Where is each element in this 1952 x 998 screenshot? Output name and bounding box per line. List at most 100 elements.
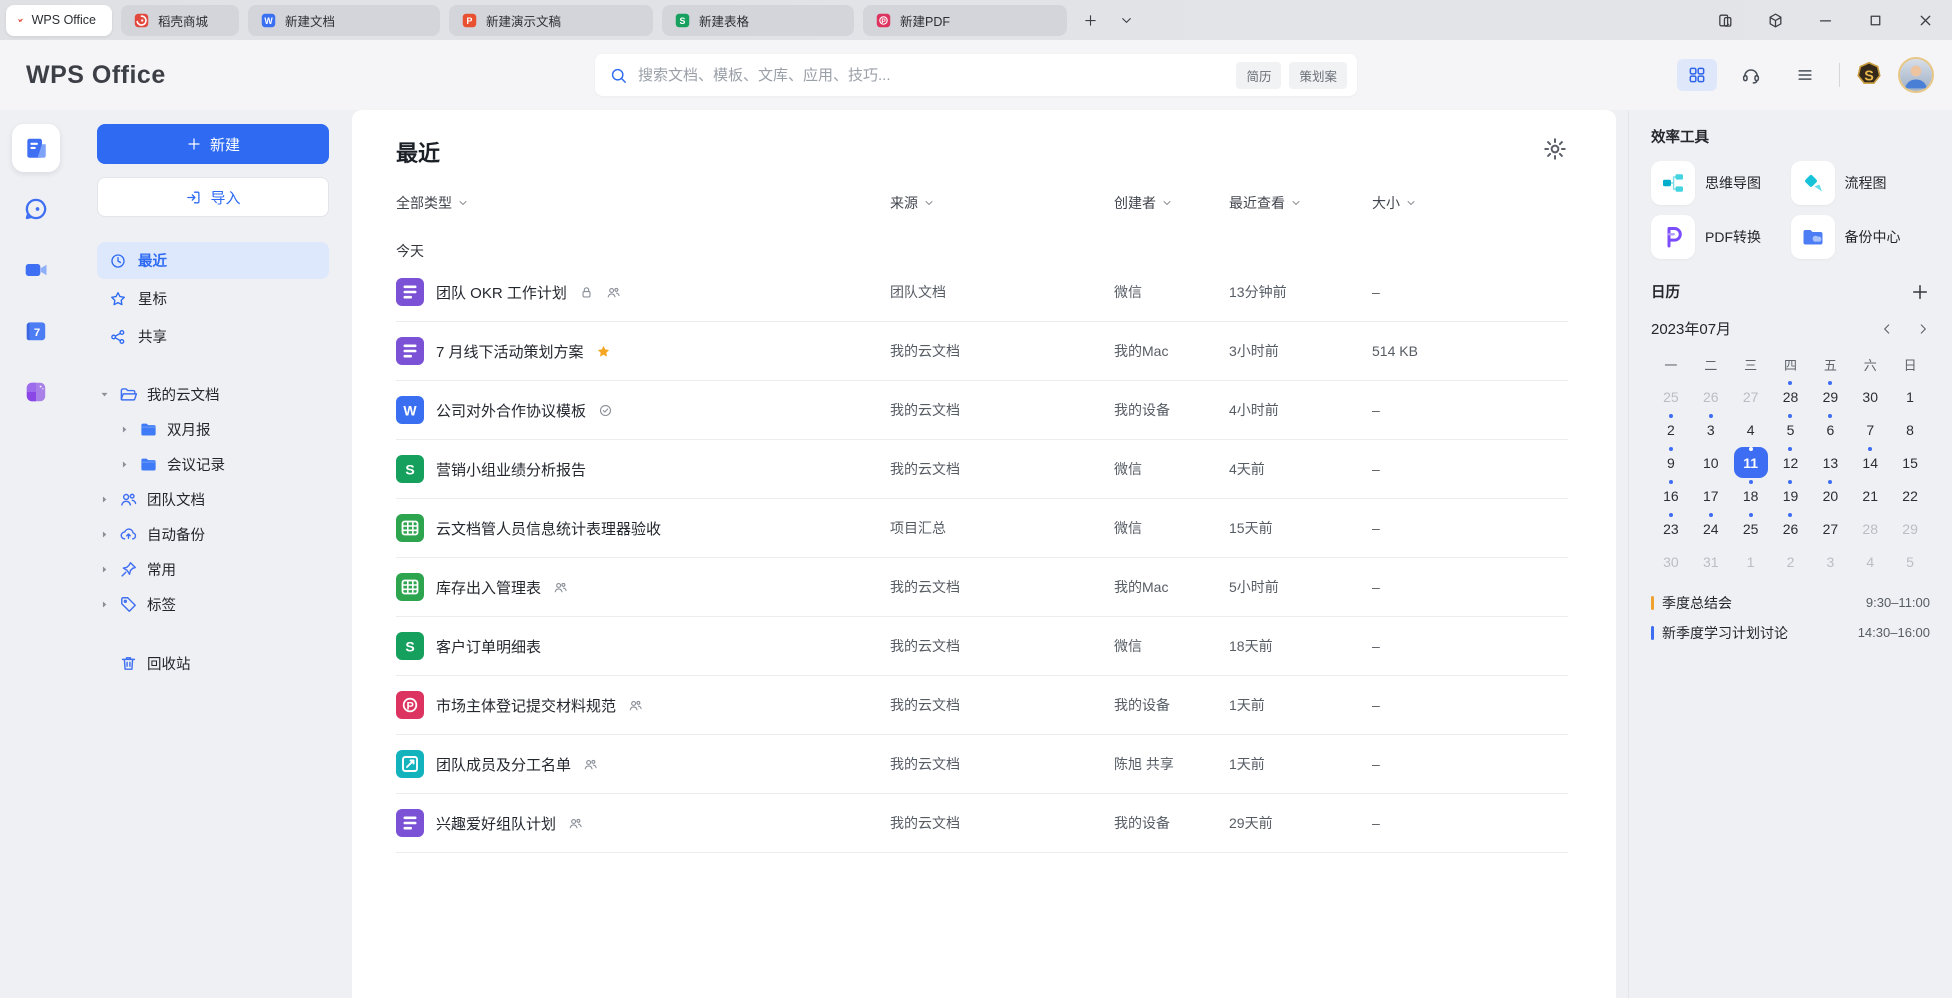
tree-item-我的云文档[interactable]: 我的云文档 — [97, 377, 329, 412]
file-row[interactable]: 兴趣爱好组队计划 我的云文档 我的设备 29天前 – — [396, 794, 1568, 852]
calendar-day[interactable]: 14 — [1850, 446, 1890, 479]
caret-right-icon[interactable] — [99, 599, 110, 610]
calendar-day[interactable]: 29 — [1810, 380, 1850, 413]
tab-new-sheet[interactable]: S新建表格 — [662, 5, 854, 36]
new-tab-button[interactable] — [1077, 7, 1103, 33]
file-row[interactable]: 团队 OKR 工作计划 团队文档 微信 13分钟前 – — [396, 263, 1568, 321]
calendar-day[interactable]: 30 — [1651, 545, 1691, 578]
filter-创建者[interactable]: 创建者 — [1114, 193, 1229, 213]
calendar-day[interactable]: 21 — [1850, 479, 1890, 512]
tree-item-团队文档[interactable]: 团队文档 — [97, 482, 329, 517]
gear-icon[interactable] — [1542, 136, 1568, 162]
customer-service-button[interactable] — [1731, 59, 1771, 91]
calendar-day[interactable]: 1 — [1731, 545, 1771, 578]
calendar-day[interactable]: 4 — [1850, 545, 1890, 578]
calendar-day[interactable]: 9 — [1651, 446, 1691, 479]
rail-item-documents[interactable] — [12, 124, 60, 172]
tab-wps-home[interactable]: WPS Office — [6, 5, 112, 36]
calendar-day[interactable]: 13 — [1810, 446, 1850, 479]
filter-来源[interactable]: 来源 — [890, 193, 1114, 213]
calendar-day[interactable]: 23 — [1651, 512, 1691, 545]
calendar-day[interactable]: 25 — [1731, 512, 1771, 545]
tree-item-标签[interactable]: 标签 — [97, 587, 329, 622]
calendar-day[interactable]: 31 — [1691, 545, 1731, 578]
rail-item-apps[interactable] — [12, 368, 60, 416]
file-row[interactable]: 团队成员及分工名单 我的云文档 陈旭 共享 1天前 – — [396, 735, 1568, 793]
calendar-day[interactable]: 17 — [1691, 479, 1731, 512]
calendar-day[interactable]: 26 — [1771, 512, 1811, 545]
calendar-next-icon[interactable] — [1916, 322, 1930, 336]
calendar-day[interactable]: 15 — [1890, 446, 1930, 479]
caret-right-icon[interactable] — [99, 529, 110, 540]
file-row[interactable]: S 客户订单明细表 我的云文档 微信 18天前 – — [396, 617, 1568, 675]
file-row[interactable]: 7 月线下活动策划方案 我的云文档 我的Mac 3小时前 514 KB — [396, 322, 1568, 380]
calendar-day[interactable]: 16 — [1651, 479, 1691, 512]
import-button[interactable]: 导入 — [97, 177, 329, 217]
tree-item-双月报[interactable]: 双月报 — [97, 412, 329, 447]
tree-item-自动备份[interactable]: 自动备份 — [97, 517, 329, 552]
tree-item-会议记录[interactable]: 会议记录 — [97, 447, 329, 482]
file-row[interactable]: P 市场主体登记提交材料规范 我的云文档 我的设备 1天前 – — [396, 676, 1568, 734]
search-tag[interactable]: 策划案 — [1289, 62, 1347, 89]
file-row[interactable]: W 公司对外合作协议模板 我的云文档 我的设备 4小时前 – — [396, 381, 1568, 439]
sidebar-item-最近[interactable]: 最近 — [97, 242, 329, 279]
search-bar[interactable]: 简历策划案 — [595, 54, 1357, 96]
filter-最近查看[interactable]: 最近查看 — [1229, 193, 1372, 213]
calendar-day[interactable]: 11 — [1731, 446, 1771, 479]
calendar-day[interactable]: 24 — [1691, 512, 1731, 545]
calendar-day[interactable]: 27 — [1731, 380, 1771, 413]
calendar-day[interactable]: 5 — [1890, 545, 1930, 578]
tab-new-slides[interactable]: P新建演示文稿 — [449, 5, 653, 36]
calendar-day[interactable]: 2 — [1771, 545, 1811, 578]
maximize-button[interactable] — [1854, 4, 1896, 36]
member-badge-icon[interactable]: S — [1854, 60, 1884, 90]
tab-list-button[interactable] — [1113, 7, 1139, 33]
calendar-day[interactable]: 6 — [1810, 413, 1850, 446]
file-row[interactable]: S 营销小组业绩分析报告 我的云文档 微信 4天前 – — [396, 440, 1568, 498]
calendar-event[interactable]: 新季度学习计划讨论14:30–16:00 — [1651, 622, 1930, 643]
caret-right-icon[interactable] — [119, 459, 130, 470]
calendar-day[interactable]: 3 — [1691, 413, 1731, 446]
tab-new-doc[interactable]: W新建文档 — [248, 5, 440, 36]
tree-item-常用[interactable]: 常用 — [97, 552, 329, 587]
caret-right-icon[interactable] — [99, 564, 110, 575]
workspace-cube-button[interactable] — [1754, 4, 1796, 36]
tool-PDF转换[interactable]: PDF转换 — [1651, 215, 1791, 259]
sidebar-item-共享[interactable]: 共享 — [97, 318, 329, 355]
tool-流程图[interactable]: 流程图 — [1791, 161, 1931, 205]
rail-item-meetings[interactable] — [12, 246, 60, 294]
calendar-day[interactable]: 20 — [1810, 479, 1850, 512]
main-menu-button[interactable] — [1785, 59, 1825, 91]
caret-right-icon[interactable] — [99, 494, 110, 505]
filter-全部类型[interactable]: 全部类型 — [396, 193, 890, 213]
calendar-day[interactable]: 10 — [1691, 446, 1731, 479]
sidebar-item-星标[interactable]: 星标 — [97, 280, 329, 317]
calendar-day[interactable]: 19 — [1771, 479, 1811, 512]
side-panel-button[interactable] — [1704, 4, 1746, 36]
filter-大小[interactable]: 大小 — [1372, 193, 1568, 213]
calendar-day[interactable]: 5 — [1771, 413, 1811, 446]
calendar-day[interactable]: 30 — [1850, 380, 1890, 413]
search-tag[interactable]: 简历 — [1236, 62, 1281, 89]
app-launcher-button[interactable] — [1677, 59, 1717, 91]
calendar-day[interactable]: 28 — [1850, 512, 1890, 545]
calendar-prev-icon[interactable] — [1880, 322, 1894, 336]
calendar-day[interactable]: 28 — [1771, 380, 1811, 413]
minimize-button[interactable] — [1804, 4, 1846, 36]
calendar-day[interactable]: 4 — [1731, 413, 1771, 446]
calendar-day[interactable]: 2 — [1651, 413, 1691, 446]
tool-思维导图[interactable]: 思维导图 — [1651, 161, 1791, 205]
tab-new-pdf[interactable]: P新建PDF — [863, 5, 1067, 36]
tool-备份中心[interactable]: 备份中心 — [1791, 215, 1931, 259]
tab-docer-mall[interactable]: 稻壳商城 — [121, 5, 239, 36]
file-row[interactable]: 库存出入管理表 我的云文档 我的Mac 5小时前 – — [396, 558, 1568, 616]
caret-right-icon[interactable] — [119, 424, 130, 435]
rail-item-calendar[interactable]: 7 — [12, 307, 60, 355]
calendar-day[interactable]: 18 — [1731, 479, 1771, 512]
calendar-day[interactable]: 7 — [1850, 413, 1890, 446]
calendar-day[interactable]: 29 — [1890, 512, 1930, 545]
avatar[interactable] — [1898, 57, 1934, 93]
file-row[interactable]: 云文档管人员信息统计表理器验收 项目汇总 微信 15天前 – — [396, 499, 1568, 557]
calendar-day[interactable]: 27 — [1810, 512, 1850, 545]
calendar-event[interactable]: 季度总结会9:30–11:00 — [1651, 592, 1930, 613]
